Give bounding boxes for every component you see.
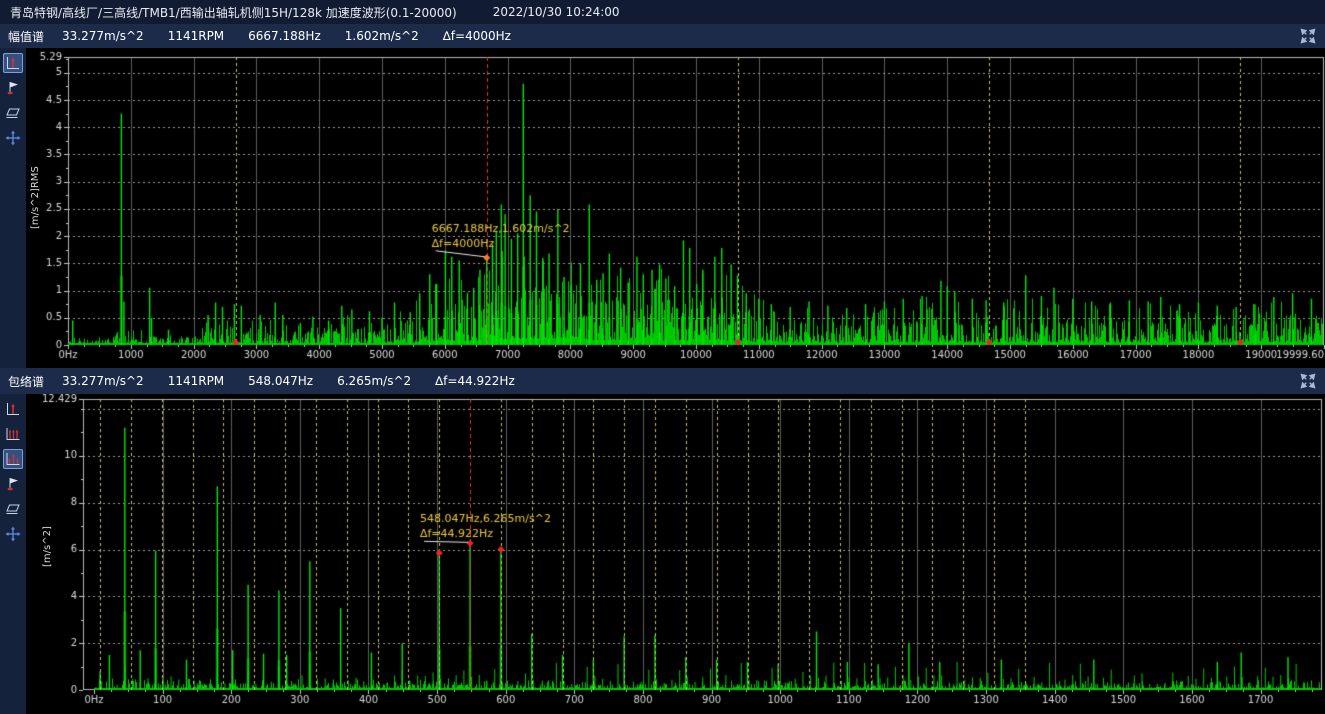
amplitude-spectrum-chart[interactable] [26,48,1325,368]
single-cursor-icon [5,55,21,71]
flag-icon [5,80,21,96]
spectrum-type-label: 包络谱 [8,373,44,390]
delta-f-value: ∆f=4000Hz [443,29,511,43]
cursor-frequency-value: 6667.188Hz [248,29,321,43]
measurement-path: 青岛特钢/高线厂/三高线/TMB1/西输出轴轧机侧15H/128k 加速度波形(… [10,4,457,21]
cursor-frequency-value: 548.047Hz [248,374,313,388]
envelope-spectrum-info-bar: 包络谱 33.277m/s^2 1141RPM 548.047Hz 6.265m… [0,368,1325,394]
pan-icon [5,130,21,146]
envelope-spectrum-panel: [m/s^2] [0,394,1325,714]
expand-icon [1299,372,1317,390]
rpm-value: 1141RPM [168,374,224,388]
delta-f-value: ∆f=44.922Hz [435,374,515,388]
measurement-datetime: 2022/10/30 10:24:00 [493,5,620,19]
flag-tool-button[interactable] [3,78,23,98]
envelope-toolbar [0,394,26,714]
pan-tool-button[interactable] [3,524,23,544]
amplitude-y-axis-label: [m/s^2]RMS [30,166,41,229]
screen-icon [5,501,21,517]
cursor-amplitude-value: 1.602m/s^2 [345,29,419,43]
single-cursor-tool-button[interactable] [3,399,23,419]
screen-icon [5,105,21,121]
overall-value: 33.277m/s^2 [62,374,144,388]
sideband-cursor-tool-button[interactable] [3,449,23,469]
vibration-analysis-window: 青岛特钢/高线厂/三高线/TMB1/西输出轴轧机侧15H/128k 加速度波形(… [0,0,1325,714]
spectrum-type-label: 幅值谱 [8,28,44,45]
expand-icon [1299,27,1317,45]
amplitude-spectrum-panel: [m/s^2]RMS [0,48,1325,368]
expand-button[interactable] [1299,372,1317,390]
screen-tool-button[interactable] [3,103,23,123]
single-cursor-tool-button[interactable] [3,53,23,73]
harmonic-cursor-tool-button[interactable] [3,424,23,444]
pan-tool-button[interactable] [3,128,23,148]
title-bar: 青岛特钢/高线厂/三高线/TMB1/西输出轴轧机侧15H/128k 加速度波形(… [0,0,1325,24]
amplitude-toolbar [0,48,26,368]
envelope-y-axis-label: [m/s^2] [42,526,53,567]
single-cursor-icon [5,401,21,417]
expand-button[interactable] [1299,27,1317,45]
flag-tool-button[interactable] [3,474,23,494]
flag-icon [5,476,21,492]
envelope-spectrum-chart[interactable] [26,394,1325,714]
rpm-value: 1141RPM [168,29,224,43]
screen-tool-button[interactable] [3,499,23,519]
amplitude-spectrum-info-bar: 幅值谱 33.277m/s^2 1141RPM 6667.188Hz 1.602… [0,24,1325,48]
sideband-cursor-icon [5,451,21,467]
harmonic-cursor-icon [5,426,21,442]
envelope-chart-area: [m/s^2] [26,394,1325,714]
pan-icon [5,526,21,542]
overall-value: 33.277m/s^2 [62,29,144,43]
cursor-amplitude-value: 6.265m/s^2 [337,374,411,388]
amplitude-chart-area: [m/s^2]RMS [26,48,1325,368]
